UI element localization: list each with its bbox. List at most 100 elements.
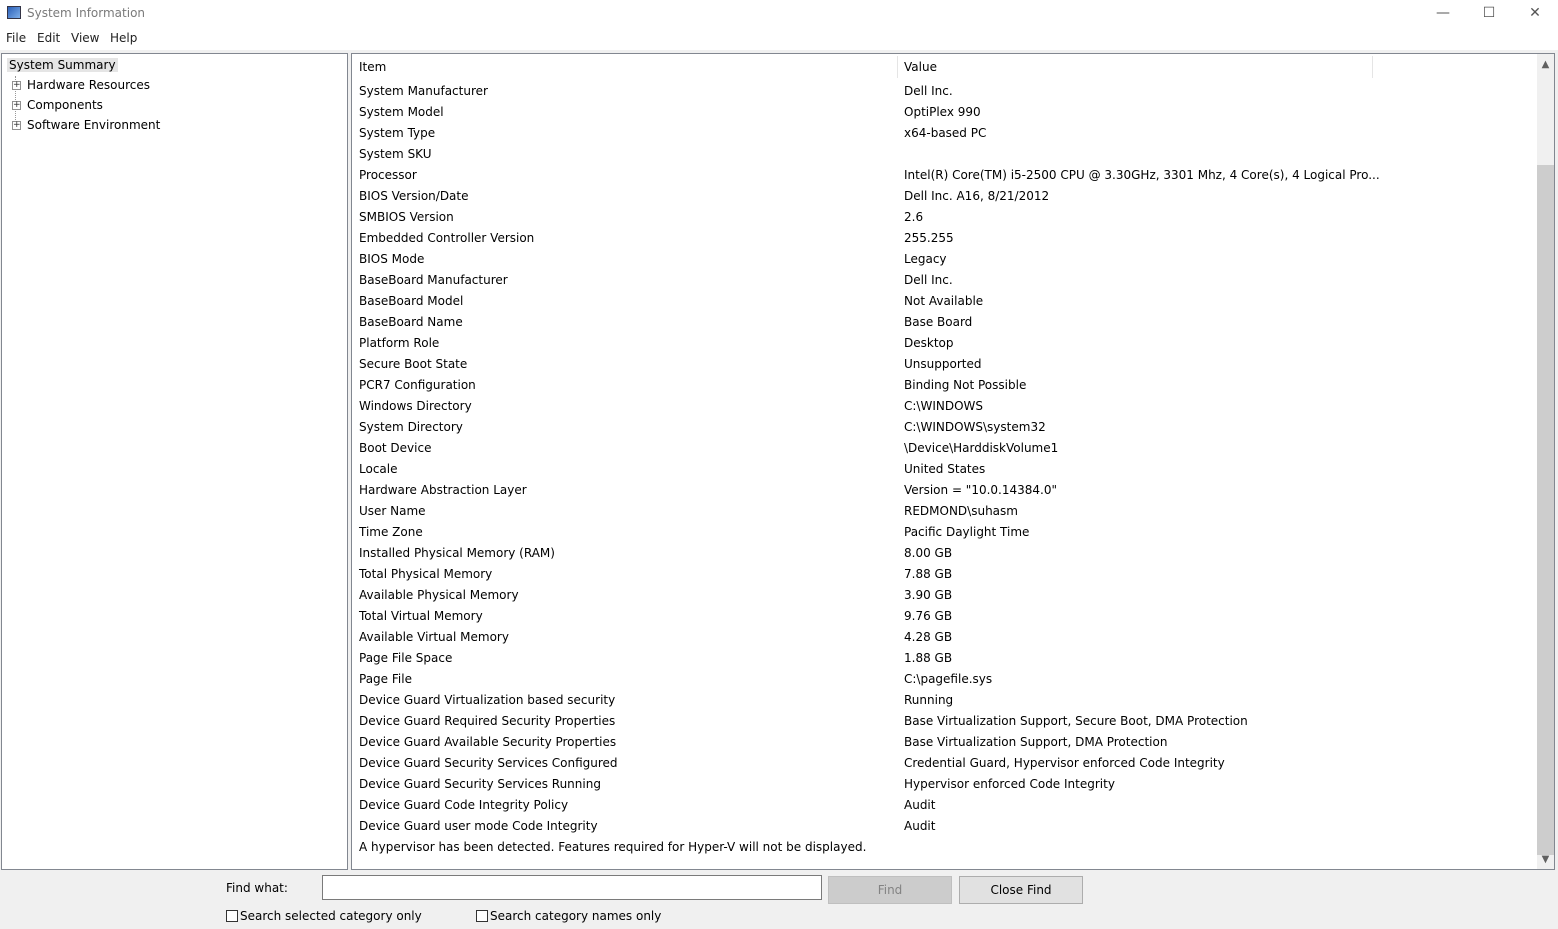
row-item: System SKU bbox=[359, 147, 432, 161]
row-value: Desktop bbox=[904, 336, 954, 350]
column-divider[interactable] bbox=[897, 56, 898, 78]
table-row[interactable]: A hypervisor has been detected. Features… bbox=[352, 837, 1532, 858]
category-tree: System Summary + Hardware Resources + Co… bbox=[1, 53, 348, 870]
column-header-value[interactable]: Value bbox=[904, 60, 937, 74]
table-row[interactable]: Device Guard Security Services Running Hy… bbox=[352, 774, 1532, 795]
close-find-button[interactable]: Close Find bbox=[959, 876, 1083, 904]
checkbox-icon[interactable] bbox=[476, 910, 488, 922]
tree-item-components[interactable]: Components bbox=[27, 98, 103, 112]
table-row[interactable]: Device Guard Security Services Configure… bbox=[352, 753, 1532, 774]
table-row[interactable]: Time Zone Pacific Daylight Time bbox=[352, 522, 1532, 543]
menu-edit[interactable]: Edit bbox=[37, 31, 60, 45]
menu-help[interactable]: Help bbox=[110, 31, 137, 45]
row-item: BIOS Version/Date bbox=[359, 189, 469, 203]
table-row[interactable]: System Model OptiPlex 990 bbox=[352, 102, 1532, 123]
row-value: 3.90 GB bbox=[904, 588, 953, 602]
row-value: \Device\HarddiskVolume1 bbox=[904, 441, 1059, 455]
table-row[interactable]: PCR7 Configuration Binding Not Possible bbox=[352, 375, 1532, 396]
row-value: Version = "10.0.14384.0" bbox=[904, 483, 1058, 497]
row-value: OptiPlex 990 bbox=[904, 105, 981, 119]
scroll-up-icon[interactable]: ▲ bbox=[1537, 56, 1554, 73]
table-row[interactable]: BaseBoard Model Not Available bbox=[352, 291, 1532, 312]
vertical-scrollbar[interactable]: ▲ ▼ bbox=[1537, 54, 1554, 869]
row-item: System Directory bbox=[359, 420, 463, 434]
row-item: Device Guard Virtualization based securi… bbox=[359, 693, 616, 707]
expand-icon[interactable]: + bbox=[12, 101, 21, 110]
row-item: Processor bbox=[359, 168, 417, 182]
table-row[interactable]: Installed Physical Memory (RAM) 8.00 GB bbox=[352, 543, 1532, 564]
row-item: Boot Device bbox=[359, 441, 432, 455]
search-category-names-checkbox[interactable]: Search category names only bbox=[476, 909, 661, 923]
table-row[interactable]: Hardware Abstraction Layer Version = "10.… bbox=[352, 480, 1532, 501]
find-input[interactable] bbox=[322, 875, 822, 900]
scroll-thumb[interactable] bbox=[1537, 165, 1554, 855]
row-item: Secure Boot State bbox=[359, 357, 468, 371]
table-row[interactable]: Windows Directory C:\WINDOWS bbox=[352, 396, 1532, 417]
table-row[interactable]: Device Guard Code Integrity Policy Audit bbox=[352, 795, 1532, 816]
table-row[interactable]: Secure Boot State Unsupported bbox=[352, 354, 1532, 375]
table-row[interactable]: System SKU bbox=[352, 144, 1532, 165]
table-row[interactable]: Boot Device \Device\HarddiskVolume1 bbox=[352, 438, 1532, 459]
table-row[interactable]: Page File Space 1.88 GB bbox=[352, 648, 1532, 669]
table-row[interactable]: Total Virtual Memory 9.76 GB bbox=[352, 606, 1532, 627]
table-row[interactable]: BIOS Mode Legacy bbox=[352, 249, 1532, 270]
close-button[interactable]: ✕ bbox=[1512, 0, 1558, 28]
table-row[interactable]: Available Virtual Memory 4.28 GB bbox=[352, 627, 1532, 648]
row-item: System Manufacturer bbox=[359, 84, 488, 98]
table-row[interactable]: System Directory C:\WINDOWS\system32 bbox=[352, 417, 1532, 438]
row-value: Running bbox=[904, 693, 954, 707]
app-icon bbox=[7, 6, 21, 19]
search-selected-category-checkbox[interactable]: Search selected category only bbox=[226, 909, 422, 923]
table-row[interactable]: SMBIOS Version 2.6 bbox=[352, 207, 1532, 228]
row-item: Total Physical Memory bbox=[359, 567, 493, 581]
menu-file[interactable]: File bbox=[6, 31, 26, 45]
table-row[interactable]: Locale United States bbox=[352, 459, 1532, 480]
row-value: Hypervisor enforced Code Integrity bbox=[904, 777, 1115, 791]
row-value: REDMOND\suhasm bbox=[904, 504, 1018, 518]
checkbox-icon[interactable] bbox=[226, 910, 238, 922]
minimize-button[interactable]: — bbox=[1420, 0, 1466, 28]
row-item: Time Zone bbox=[359, 525, 423, 539]
tree-item-software-environment[interactable]: Software Environment bbox=[27, 118, 160, 132]
table-row[interactable]: User Name REDMOND\suhasm bbox=[352, 501, 1532, 522]
column-divider[interactable] bbox=[1372, 56, 1373, 78]
tree-item-hardware-resources[interactable]: Hardware Resources bbox=[27, 78, 150, 92]
table-row[interactable]: Available Physical Memory 3.90 GB bbox=[352, 585, 1532, 606]
row-value: 1.88 GB bbox=[904, 651, 953, 665]
row-value: Not Available bbox=[904, 294, 984, 308]
find-button[interactable]: Find bbox=[828, 876, 952, 904]
table-row[interactable]: Page File C:\pagefile.sys bbox=[352, 669, 1532, 690]
row-item: System Model bbox=[359, 105, 444, 119]
table-row[interactable]: BaseBoard Name Base Board bbox=[352, 312, 1532, 333]
table-row[interactable]: BaseBoard Manufacturer Dell Inc. bbox=[352, 270, 1532, 291]
table-row[interactable]: Device Guard Required Security Propertie… bbox=[352, 711, 1532, 732]
row-item: BaseBoard Manufacturer bbox=[359, 273, 508, 287]
table-row[interactable]: System Type x64-based PC bbox=[352, 123, 1532, 144]
table-row[interactable]: Device Guard Available Security Properti… bbox=[352, 732, 1532, 753]
row-value: Pacific Daylight Time bbox=[904, 525, 1030, 539]
tree-item-system-summary[interactable]: System Summary bbox=[7, 58, 118, 72]
row-item: Device Guard Code Integrity Policy bbox=[359, 798, 569, 812]
table-row[interactable]: System Manufacturer Dell Inc. bbox=[352, 81, 1532, 102]
maximize-button[interactable]: ☐ bbox=[1466, 0, 1512, 28]
scroll-down-icon[interactable]: ▼ bbox=[1537, 851, 1554, 868]
row-item: SMBIOS Version bbox=[359, 210, 454, 224]
expand-icon[interactable]: + bbox=[12, 81, 21, 90]
menu-view[interactable]: View bbox=[71, 31, 99, 45]
table-row[interactable]: Platform Role Desktop bbox=[352, 333, 1532, 354]
row-value: 255.255 bbox=[904, 231, 954, 245]
row-value: Binding Not Possible bbox=[904, 378, 1027, 392]
column-header-item[interactable]: Item bbox=[359, 60, 386, 74]
row-value: Base Board bbox=[904, 315, 973, 329]
table-row[interactable]: Total Physical Memory 7.88 GB bbox=[352, 564, 1532, 585]
expand-icon[interactable]: + bbox=[12, 121, 21, 130]
row-value: United States bbox=[904, 462, 986, 476]
table-row[interactable]: Device Guard user mode Code Integrity Aud… bbox=[352, 816, 1532, 837]
row-item: Available Virtual Memory bbox=[359, 630, 509, 644]
table-row[interactable]: BIOS Version/Date Dell Inc. A16, 8/21/201… bbox=[352, 186, 1532, 207]
row-value: x64-based PC bbox=[904, 126, 987, 140]
table-row[interactable]: Device Guard Virtualization based securi… bbox=[352, 690, 1532, 711]
row-value: Dell Inc. bbox=[904, 273, 953, 287]
table-row[interactable]: Processor Intel(R) Core(TM) i5-2500 CPU @… bbox=[352, 165, 1532, 186]
table-row[interactable]: Embedded Controller Version 255.255 bbox=[352, 228, 1532, 249]
